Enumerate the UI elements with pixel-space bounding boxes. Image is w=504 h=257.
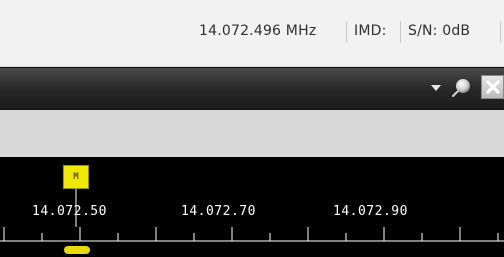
- frequency-scale[interactable]: M 14.072.50 14.072.70 14.072.90: [0, 157, 504, 257]
- scale-label: 14.072.70: [181, 204, 256, 219]
- panel-title-bar: [0, 67, 504, 110]
- imd-readout: IMD:: [354, 23, 387, 39]
- close-icon: [486, 80, 500, 94]
- scale-label: 14.072.50: [32, 204, 107, 219]
- dropdown-arrow-icon[interactable]: [431, 85, 441, 91]
- tuning-handle[interactable]: [64, 246, 90, 254]
- close-button[interactable]: [481, 75, 504, 99]
- status-separator: [500, 21, 501, 43]
- frequency-readout: 14.072.496 MHz: [199, 23, 317, 39]
- scale-label: 14.072.90: [333, 204, 408, 219]
- toolbar-strip: [0, 110, 504, 157]
- pin-icon[interactable]: [449, 76, 473, 100]
- status-separator: [400, 21, 401, 43]
- status-bar: 14.072.496 MHz IMD: S/N: 0dB: [0, 0, 504, 67]
- status-separator: [346, 21, 347, 43]
- snr-readout: S/N: 0dB: [408, 23, 471, 39]
